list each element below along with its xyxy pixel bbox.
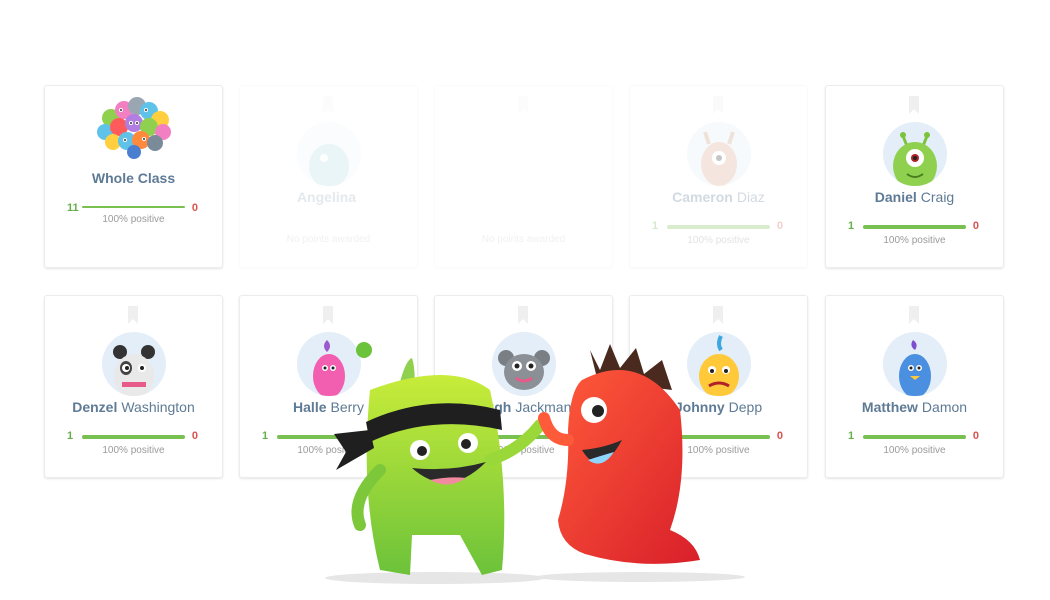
bookmark-icon <box>909 96 919 114</box>
bookmark-icon <box>128 306 138 324</box>
student-avatar <box>297 122 361 186</box>
positive-points: 11 <box>67 202 79 214</box>
student-first-name: Cameron <box>672 189 733 205</box>
points-caption: 100% positive <box>102 445 165 456</box>
points-bar-fill <box>82 206 185 208</box>
negative-points: 0 <box>776 220 783 232</box>
points-bar-fill <box>863 225 966 229</box>
points-caption: 100% positive <box>883 235 946 246</box>
student-card[interactable]: Daniel Craig 1 0 100% positive <box>825 85 1004 268</box>
positive-points: 1 <box>652 220 659 232</box>
points-bar-fill <box>863 435 966 439</box>
negative-points: 0 <box>191 430 198 442</box>
panda-monster-icon <box>113 345 155 396</box>
student-avatar <box>883 332 947 396</box>
no-points-caption: No points awarded <box>286 234 371 245</box>
reindeer-monster-icon <box>701 131 737 186</box>
student-card[interactable]: Matthew Damon 1 0 100% positive <box>825 295 1004 478</box>
mascots-high-five-illustration <box>325 342 745 584</box>
bookmark-icon <box>713 306 723 324</box>
points-bar <box>863 225 966 229</box>
student-name: Daniel Craig <box>826 189 1003 205</box>
bookmark-icon <box>713 96 723 114</box>
student-first-name: Angelina <box>296 189 357 205</box>
student-avatar <box>687 122 751 186</box>
student-avatar <box>102 332 166 396</box>
red-monster <box>538 344 700 564</box>
ground-shadow <box>325 572 545 584</box>
student-last-name: Damon <box>921 399 968 415</box>
bookmark-icon <box>518 306 528 324</box>
student-last-name: Washington <box>121 399 195 415</box>
points-bar <box>667 225 770 229</box>
student-first-name: Matthew <box>861 399 918 415</box>
points-caption: 100% positive <box>883 445 946 456</box>
blue-bird-monster-icon <box>899 340 931 396</box>
student-name: Matthew Damon <box>826 399 1003 415</box>
no-points-caption: No points awarded <box>481 234 566 245</box>
positive-points: 1 <box>848 430 855 442</box>
monster-group-icon <box>97 97 171 159</box>
points-bar-fill <box>667 225 770 229</box>
points-caption: 100% positive <box>102 214 165 225</box>
student-name: Cameron Diaz <box>630 189 807 205</box>
student-name: Denzel Washington <box>45 399 222 415</box>
student-first-name: Daniel <box>874 189 917 205</box>
student-card[interactable]: No points awarded <box>434 85 613 268</box>
whole-class-label: Whole Class <box>91 170 176 186</box>
ground-shadow <box>535 572 745 582</box>
student-name: Angelina <box>240 189 417 205</box>
negative-points: 0 <box>972 430 979 442</box>
bookmark-icon <box>323 306 333 324</box>
student-card[interactable]: Angelina No points awarded <box>239 85 418 268</box>
student-card[interactable]: Denzel Washington 1 0 100% positive <box>44 295 223 478</box>
student-last-name: Craig <box>920 189 955 205</box>
bookmark-icon <box>323 96 333 114</box>
positive-points: 1 <box>262 430 269 442</box>
positive-points: 1 <box>67 430 74 442</box>
points-caption: 100% positive <box>687 235 750 246</box>
student-avatar <box>883 122 947 186</box>
positive-points: 1 <box>848 220 855 232</box>
green-ninja-monster <box>334 342 546 575</box>
green-cyclops-monster-icon <box>893 132 937 186</box>
whole-class-card[interactable]: Whole Class 11 0 100% positive <box>44 85 223 268</box>
teal-horned-monster-icon <box>309 144 349 186</box>
student-last-name: Diaz <box>736 189 765 205</box>
points-bar-fill <box>82 435 185 439</box>
negative-points: 0 <box>191 202 198 214</box>
points-bar <box>863 435 966 439</box>
points-bar <box>82 206 185 208</box>
bookmark-icon <box>909 306 919 324</box>
points-bar <box>82 435 185 439</box>
negative-points: 0 <box>972 220 979 232</box>
negative-points: 0 <box>776 430 783 442</box>
bookmark-icon <box>518 96 528 114</box>
student-first-name: Denzel <box>72 399 118 415</box>
student-card[interactable]: Cameron Diaz 1 0 100% positive <box>629 85 808 268</box>
